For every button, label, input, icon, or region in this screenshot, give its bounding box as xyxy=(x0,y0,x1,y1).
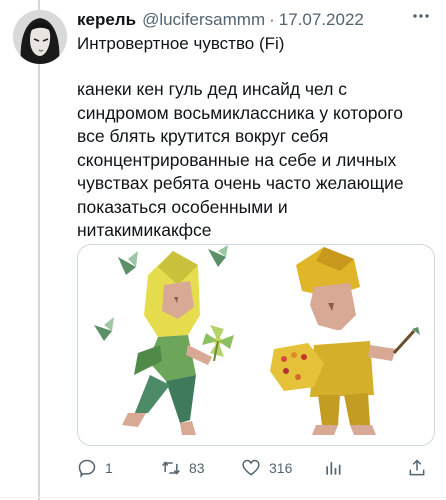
illustration-girl xyxy=(122,251,212,435)
like-count: 316 xyxy=(269,460,293,476)
separator-dot: · xyxy=(269,10,275,29)
reply-count: 1 xyxy=(105,460,113,476)
retweet-count: 83 xyxy=(189,460,205,476)
tweet-first-line: Интровертное чувство (Fi) xyxy=(77,34,285,53)
like-button[interactable]: 316 xyxy=(241,455,292,481)
thread-line xyxy=(38,0,40,500)
share-button[interactable] xyxy=(407,455,427,481)
reply-button[interactable]: 1 xyxy=(77,455,113,481)
avatar[interactable] xyxy=(13,10,67,64)
butterfly-icon xyxy=(94,317,114,341)
analytics-icon xyxy=(326,462,341,475)
butterfly-icon xyxy=(208,245,228,267)
display-name[interactable]: керель xyxy=(77,10,136,30)
user-handle[interactable]: @lucifersammm xyxy=(142,10,265,30)
divider xyxy=(0,497,446,498)
butterfly-icon xyxy=(118,251,138,275)
more-icon[interactable] xyxy=(410,5,432,27)
tweet-body: канеки кен гуль дед инсайд чел с синдром… xyxy=(77,79,404,240)
retweet-icon xyxy=(162,461,180,475)
tweet-media-image[interactable] xyxy=(77,244,435,446)
like-icon xyxy=(242,459,260,476)
reply-icon xyxy=(78,459,96,478)
illustration-artist xyxy=(296,247,420,435)
share-icon xyxy=(409,459,425,476)
tweet-header: керель @lucifersammm · 17.07.2022 xyxy=(77,9,432,31)
tweet-actions: 1 83 316 xyxy=(77,455,433,481)
analytics-button[interactable] xyxy=(323,455,343,481)
retweet-button[interactable]: 83 xyxy=(161,455,205,481)
tweet-date[interactable]: 17.07.2022 xyxy=(279,10,364,30)
